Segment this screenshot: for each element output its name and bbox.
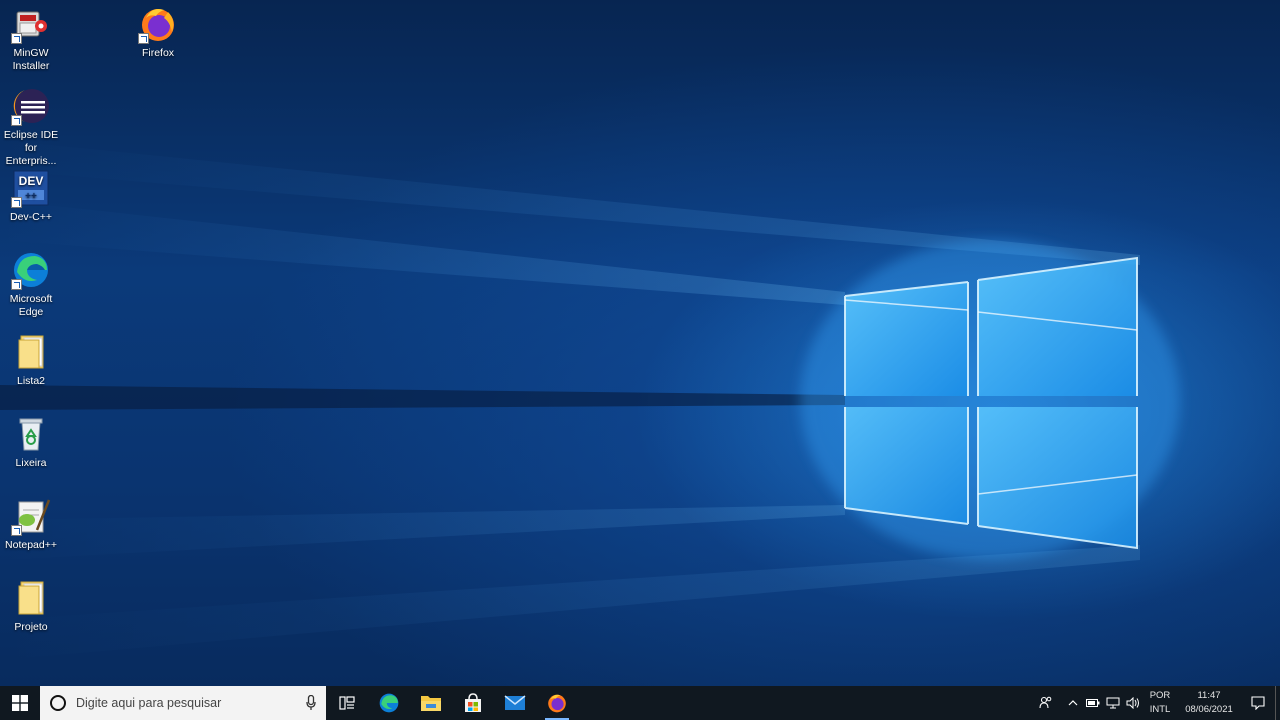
battery-icon[interactable] xyxy=(1083,686,1103,720)
desktop-icon-label: Eclipse IDE for Enterpris... xyxy=(3,129,59,167)
microphone-icon[interactable] xyxy=(306,695,316,711)
action-center-button[interactable] xyxy=(1241,686,1275,720)
show-hidden-icons-chevron-up-icon[interactable] xyxy=(1063,686,1083,720)
folder-icon xyxy=(11,332,51,372)
svg-text:++: ++ xyxy=(25,191,37,202)
svg-text:DEV: DEV xyxy=(19,174,44,188)
desktop-icon-lista2[interactable]: Lista2 xyxy=(0,332,62,388)
eclipse-icon xyxy=(11,86,51,126)
dev-cpp-icon: DEV ++ xyxy=(11,168,51,208)
microsoft-store-icon xyxy=(465,693,481,712)
clock-time: 11:47 xyxy=(1197,690,1221,701)
desktop-icon-label: Dev-C++ xyxy=(9,211,52,223)
windows-logo-icon xyxy=(12,695,28,711)
search-box[interactable]: Digite aqui para pesquisar xyxy=(40,686,326,720)
desktop-icon-label: Notepad++ xyxy=(5,539,57,551)
desktop-icon-label: MinGW Installer xyxy=(12,47,50,72)
people-icon[interactable] xyxy=(1029,686,1063,720)
start-button[interactable] xyxy=(0,686,40,720)
desktop-icon-lixeira[interactable]: Lixeira xyxy=(0,414,62,470)
search-placeholder: Digite aqui para pesquisar xyxy=(76,696,222,710)
desktop-icon-dev-cpp[interactable]: DEV ++ Dev-C++ xyxy=(0,168,62,224)
notification-icon xyxy=(1251,696,1265,710)
desktop-icon-notepad-plus-plus[interactable]: Notepad++ xyxy=(0,496,62,552)
volume-icon[interactable] xyxy=(1123,686,1143,720)
taskbar-app-mail[interactable] xyxy=(494,686,536,720)
desktop-icon-label: Microsoft Edge xyxy=(9,293,53,318)
mail-icon xyxy=(504,695,526,710)
people-icon-glyph xyxy=(1039,696,1052,709)
input-language-indicator[interactable]: POR INTL xyxy=(1143,689,1177,717)
task-view-icon xyxy=(339,696,355,710)
desktop-icon-mingw-installer[interactable]: MinGW Installer xyxy=(0,4,62,73)
clock-date: 08/06/2021 xyxy=(1185,704,1233,715)
taskbar-app-microsoft-store[interactable] xyxy=(452,686,494,720)
desktop-icon-microsoft-edge[interactable]: Microsoft Edge xyxy=(0,250,62,319)
desktop-icon-projeto[interactable]: Projeto xyxy=(0,578,62,634)
taskbar: Digite aqui para pesquisar POR INTL 11:4… xyxy=(0,686,1280,720)
system-tray: POR INTL 11:47 08/06/2021 xyxy=(1029,686,1280,720)
notepad-plus-plus-icon xyxy=(11,496,51,536)
desktop-icon-label: Projeto xyxy=(14,621,48,633)
show-desktop-button[interactable] xyxy=(1275,686,1280,720)
wallpaper-windows-logo xyxy=(0,140,1180,660)
folder-icon xyxy=(11,578,51,618)
desktop-icon-label: Firefox xyxy=(141,47,175,59)
recycle-bin-icon xyxy=(11,414,51,454)
language-code: POR xyxy=(1149,690,1171,701)
desktop-icon-label: Lista2 xyxy=(16,375,46,387)
taskbar-app-file-explorer[interactable] xyxy=(410,686,452,720)
network-icon[interactable] xyxy=(1103,686,1123,720)
cortana-icon xyxy=(50,695,66,711)
mingw-installer-icon xyxy=(11,4,51,44)
taskbar-app-microsoft-edge[interactable] xyxy=(368,686,410,720)
taskbar-app-firefox[interactable] xyxy=(536,686,578,720)
clock[interactable]: 11:47 08/06/2021 xyxy=(1177,689,1241,717)
desktop-icon-firefox[interactable]: Firefox xyxy=(127,4,189,60)
keyboard-layout: INTL xyxy=(1149,704,1171,715)
file-explorer-icon xyxy=(421,696,441,711)
desktop[interactable]: MinGW Installer Firefox Eclipse IDE for … xyxy=(0,0,1280,686)
desktop-icon-label: Lixeira xyxy=(15,457,47,469)
task-view-button[interactable] xyxy=(326,686,368,720)
microsoft-edge-icon xyxy=(379,693,399,713)
firefox-icon xyxy=(138,4,178,44)
desktop-icon-eclipse[interactable]: Eclipse IDE for Enterpris... xyxy=(0,86,62,168)
microsoft-edge-icon xyxy=(11,250,51,290)
firefox-icon xyxy=(548,694,566,713)
